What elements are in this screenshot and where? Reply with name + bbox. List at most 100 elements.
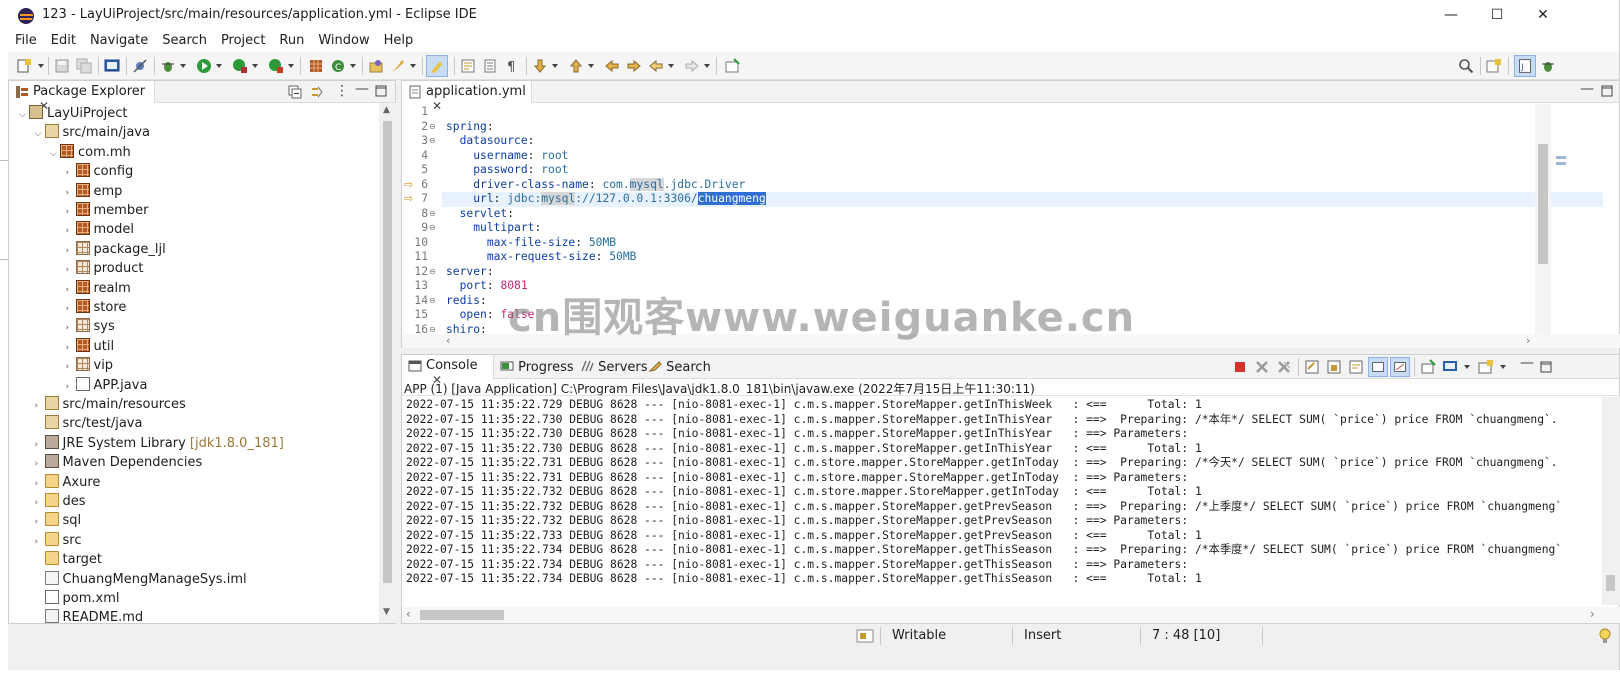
show-console-on-stderr-icon[interactable] [1390,357,1410,377]
last-edit-location-icon[interactable] [604,58,620,74]
fold-toggle-icon[interactable]: ⊖ [429,122,436,131]
tree-item[interactable]: › Axure [35,473,100,494]
minimize-view-icon[interactable]: — [355,81,369,97]
search-icon[interactable] [1458,58,1474,74]
menu-file[interactable]: File [8,30,44,48]
collapsed-chevron-icon[interactable]: › [35,397,45,416]
console-output[interactable]: 2022-07-15 11:35:22.729 DEBUG 8628 --- [… [402,397,1602,605]
maximize-view-icon[interactable] [1601,85,1613,97]
open-console-icon[interactable] [1478,359,1494,375]
tree-item[interactable]: ⌵ src/main/java [35,123,150,142]
editor-scrollbar-thumb[interactable] [1538,144,1548,264]
terminate-icon[interactable] [1232,359,1248,375]
expanded-chevron-icon[interactable]: ⌵ [50,145,60,164]
tree-item[interactable]: › realm [66,279,131,298]
tree-scrollbar[interactable]: ▲ ▼ [379,103,396,623]
scroll-right-icon[interactable]: › [1526,334,1530,347]
tree-item[interactable]: › store [66,298,126,317]
fold-toggle-icon[interactable]: ⊖ [429,267,436,276]
show-console-on-stdout-icon[interactable] [1368,357,1388,377]
toggle-block-selection-icon[interactable] [460,58,476,74]
tree-item[interactable]: › util [66,337,114,358]
collapsed-chevron-icon[interactable]: › [66,339,76,358]
tab-console[interactable]: Console✕ [402,355,494,387]
back-dropdown-icon[interactable] [668,64,674,68]
tree-item[interactable]: › emp [66,182,122,203]
tab-package-explorer[interactable]: Package Explorer✕ [9,81,155,113]
tree-item[interactable]: › member [66,201,148,220]
tree-item[interactable]: › package_ljl [66,240,166,259]
tree-item[interactable]: README.md [35,608,143,623]
open-type-icon[interactable] [368,58,384,74]
minimize-button[interactable]: — [1428,0,1474,30]
fold-toggle-icon[interactable]: ⊖ [429,209,436,218]
tree-item[interactable]: › sys [66,317,115,336]
collapsed-chevron-icon[interactable]: › [66,164,76,183]
tree-item[interactable]: › src [35,531,81,550]
external-tools-dropdown-icon[interactable] [288,64,294,68]
scroll-down-icon[interactable]: ▼ [383,607,390,617]
tree-item[interactable]: src/test/java [35,414,142,433]
tab-servers[interactable]: Servers [580,359,648,375]
collapsed-chevron-icon[interactable]: › [66,222,76,241]
show-whitespace-icon[interactable]: ¶ [504,58,520,74]
tab-progress[interactable]: Progress [500,359,574,375]
word-wrap-console-icon[interactable] [1348,359,1364,375]
new-class-dropdown-icon[interactable] [350,64,356,68]
maximize-view-icon[interactable] [375,85,387,97]
tree-item[interactable]: target [35,550,102,569]
tree-item[interactable]: pom.xml [35,589,119,608]
debug-perspective-icon[interactable] [1540,58,1556,74]
remove-all-terminated-icon[interactable] [1276,359,1292,375]
tip-bulb-icon[interactable] [1598,628,1612,644]
pin-console-icon[interactable] [1420,359,1436,375]
save-all-icon[interactable] [76,58,92,74]
run-icon[interactable] [196,58,212,74]
menu-run[interactable]: Run [272,30,311,48]
clear-console-icon[interactable] [1304,359,1320,375]
pin-editor-icon[interactable] [724,58,740,74]
word-wrap-icon[interactable] [482,58,498,74]
forward-edit-icon[interactable] [626,58,642,74]
menu-edit[interactable]: Edit [44,30,83,48]
collapsed-chevron-icon[interactable]: › [35,475,45,494]
tree-item[interactable]: ⌵ LayUiProject [19,104,128,123]
collapsed-chevron-icon[interactable]: › [66,378,76,397]
link-with-editor-icon[interactable] [309,84,325,100]
new-icon[interactable] [16,58,32,74]
coverage-dropdown-icon[interactable] [252,64,258,68]
collapsed-chevron-icon[interactable]: › [66,281,76,300]
collapsed-chevron-icon[interactable]: › [66,319,76,338]
collapsed-chevron-icon[interactable]: › [35,494,45,513]
collapsed-chevron-icon[interactable]: › [66,242,76,261]
collapsed-chevron-icon[interactable]: › [66,184,76,203]
debug-dropdown-icon[interactable] [180,64,186,68]
tree-item[interactable]: ChuangMengManageSys.iml [35,570,247,589]
save-icon[interactable] [54,58,70,74]
display-selected-console-icon[interactable] [1442,359,1458,375]
toggle-mark-occurrences-icon[interactable] [426,55,448,77]
back-icon[interactable] [648,58,664,74]
collapsed-chevron-icon[interactable]: › [35,436,45,455]
tree-item[interactable]: › APP.java [66,376,147,397]
debug-icon[interactable] [160,58,176,74]
scroll-left-icon[interactable]: ‹ [446,334,450,347]
forward-dropdown-icon[interactable] [704,64,710,68]
external-tools-icon[interactable] [268,58,284,74]
tree-item[interactable]: › JRE System Library [jdk1.8.0_181] [35,434,284,453]
minimize-view-icon[interactable]: — [1580,81,1594,97]
menu-project[interactable]: Project [214,30,272,48]
collapsed-chevron-icon[interactable]: › [35,513,45,532]
tree-item[interactable]: › sql [35,511,81,532]
skip-breakpoints-icon[interactable] [132,58,148,74]
terminal-icon[interactable] [104,58,120,74]
tree-item[interactable]: › model [66,220,134,239]
collapsed-chevron-icon[interactable]: › [66,358,76,377]
collapsed-chevron-icon[interactable]: › [66,261,76,280]
tab-application-yml[interactable]: application.yml✕ [402,81,532,113]
expanded-chevron-icon[interactable]: ⌵ [19,106,29,125]
maximize-view-icon[interactable] [1540,361,1552,373]
editor-scrollbar[interactable] [1535,104,1551,334]
tree-item[interactable]: › des [35,492,86,511]
minimize-view-icon[interactable]: — [1520,355,1534,371]
